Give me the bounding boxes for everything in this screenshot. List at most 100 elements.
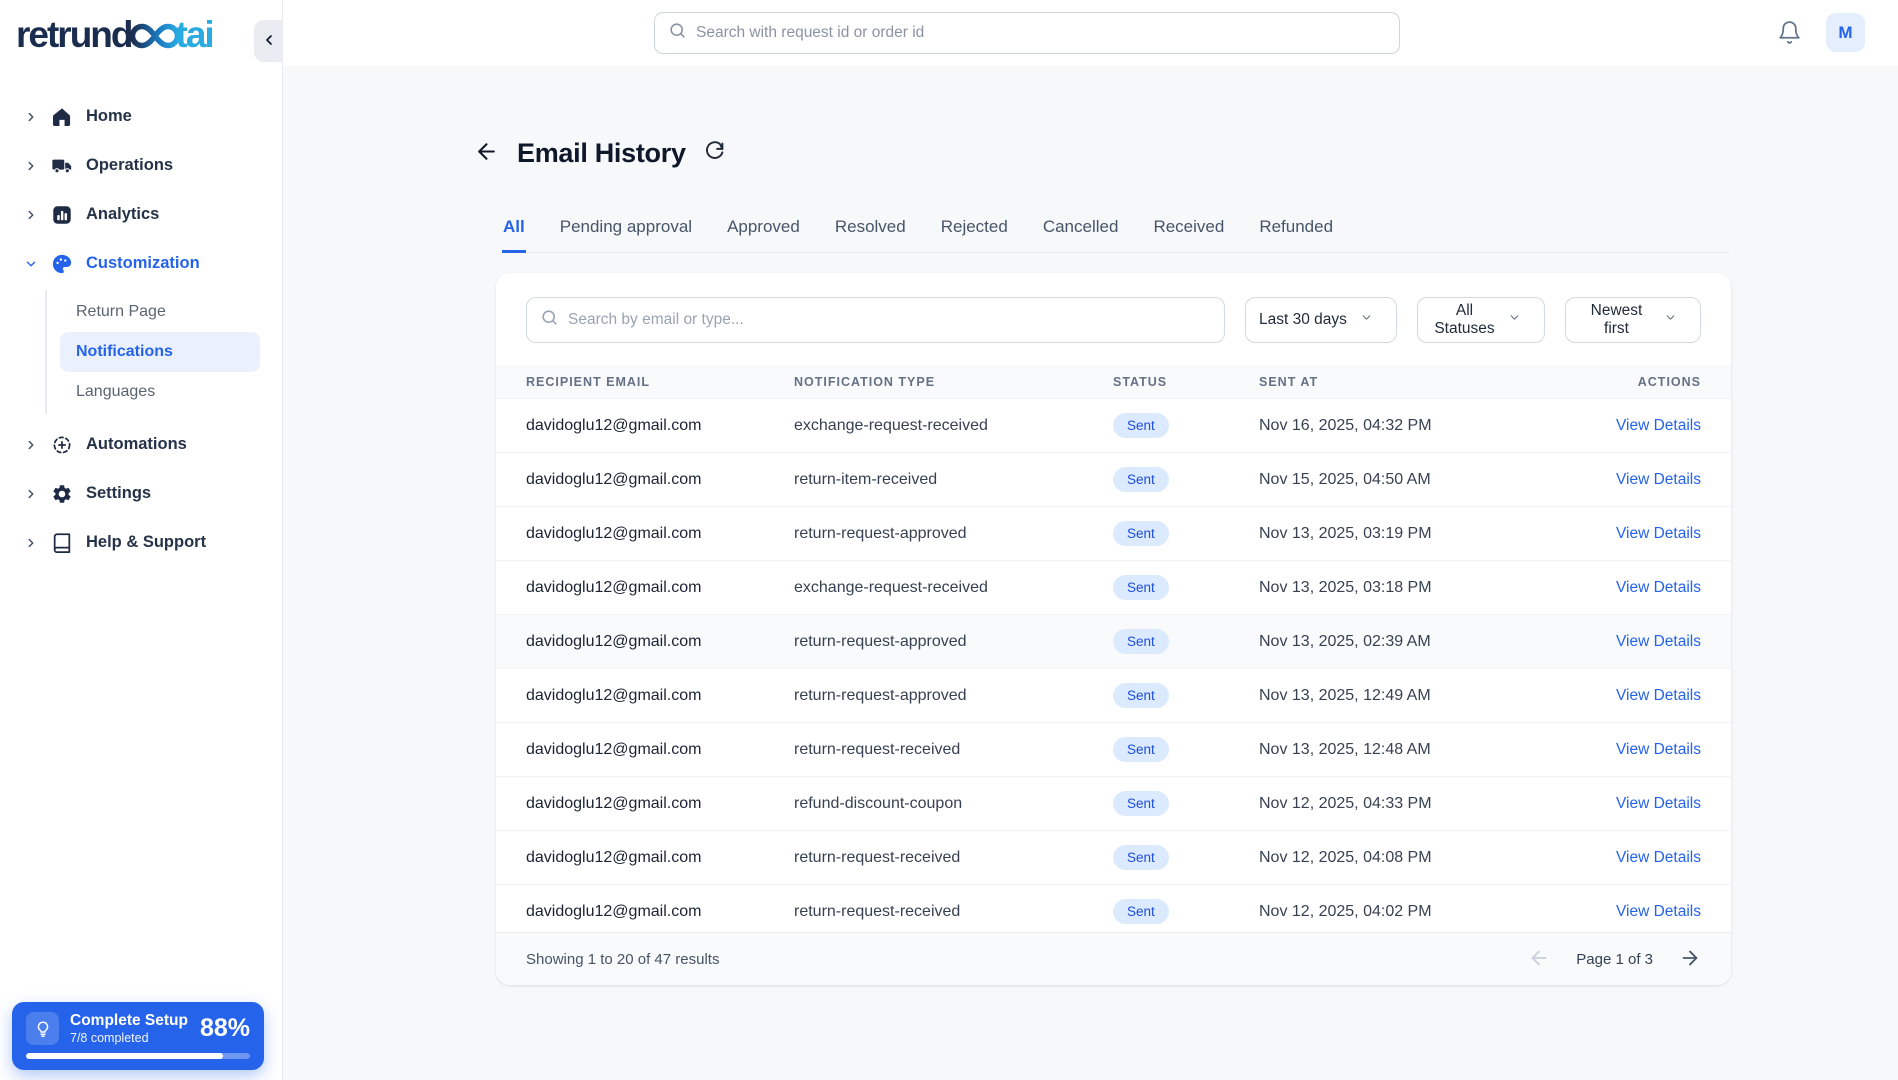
sort-order-value: Newest first	[1590, 302, 1643, 337]
sidebar-item-operations[interactable]: Operations	[0, 141, 282, 190]
view-details-link[interactable]: View Details	[1616, 849, 1701, 867]
customization-subnav: Return Page Notifications Languages	[45, 290, 282, 414]
tab-refunded[interactable]: Refunded	[1258, 217, 1334, 253]
tabs: All Pending approval Approved Resolved Rejec…	[502, 217, 1729, 253]
sort-order-select[interactable]: Newest first	[1565, 297, 1701, 343]
sidebar-item-label: Operations	[86, 156, 174, 174]
status-filter-select[interactable]: All Statuses	[1417, 297, 1545, 343]
notifications-bell-button[interactable]	[1777, 20, 1802, 48]
column-header: STATUS	[1113, 374, 1168, 389]
status-badge: Sent	[1113, 413, 1169, 438]
table-search-input[interactable]	[568, 311, 1224, 329]
brand-logo[interactable]: retrund tai	[0, 0, 282, 56]
global-search-input[interactable]	[696, 24, 1399, 42]
cell-recipient-email: davidoglu12@gmail.com	[526, 470, 702, 488]
cell-sent-at: Nov 16, 2025, 04:32 PM	[1259, 416, 1432, 434]
sidebar-nav: Home Operations Analytics Customization …	[0, 92, 282, 567]
next-page-button[interactable]	[1679, 947, 1701, 972]
cell-recipient-email: davidoglu12@gmail.com	[526, 740, 702, 758]
status-badge: Sent	[1113, 629, 1169, 654]
brand-logo-text-dark: retrund	[16, 14, 133, 55]
cell-notification-type: return-request-approved	[794, 524, 967, 542]
status-badge: Sent	[1113, 899, 1169, 924]
view-details-link[interactable]: View Details	[1616, 417, 1701, 435]
tab-all[interactable]: All	[502, 217, 526, 253]
refresh-button[interactable]	[700, 137, 729, 169]
home-icon	[51, 106, 73, 128]
cell-sent-at: Nov 15, 2025, 04:50 AM	[1259, 470, 1431, 488]
cell-notification-type: return-request-received	[794, 740, 961, 758]
table-row: davidoglu12@gmail.com return-request-rec…	[496, 723, 1731, 777]
status-badge: Sent	[1113, 575, 1169, 600]
chevron-down-icon	[1360, 311, 1373, 329]
status-badge: Sent	[1113, 737, 1169, 762]
global-search	[654, 12, 1400, 54]
subitem-label: Languages	[76, 383, 156, 400]
status-badge: Sent	[1113, 791, 1169, 816]
tab-approved[interactable]: Approved	[726, 217, 801, 253]
cell-sent-at: Nov 12, 2025, 04:33 PM	[1259, 794, 1432, 812]
sidebar-subitem-return-page[interactable]: Return Page	[60, 292, 260, 332]
arrow-right-icon	[1679, 947, 1701, 972]
setup-progress-card[interactable]: Complete Setup 7/8 completed 88%	[12, 1002, 264, 1070]
view-details-link[interactable]: View Details	[1616, 579, 1701, 597]
back-button[interactable]	[470, 135, 503, 171]
sidebar-item-help-support[interactable]: Help & Support	[0, 518, 282, 567]
view-details-link[interactable]: View Details	[1616, 903, 1701, 921]
setup-progress-fill	[26, 1053, 224, 1059]
bell-icon	[1777, 20, 1802, 48]
sidebar: retrund tai Home Operations Analytics Cu…	[0, 0, 283, 1080]
page-content: Email History All Pending approval Approve…	[283, 66, 1898, 985]
sidebar-item-automations[interactable]: Automations	[0, 420, 282, 469]
automation-icon	[51, 434, 73, 456]
table-row: davidoglu12@gmail.com return-item-receiv…	[496, 453, 1731, 507]
cell-sent-at: Nov 13, 2025, 12:48 AM	[1259, 740, 1431, 758]
arrow-left-icon	[474, 139, 499, 167]
view-details-link[interactable]: View Details	[1616, 471, 1701, 489]
email-history-card: Last 30 days All Statuses Newest first R…	[496, 273, 1731, 985]
previous-page-button[interactable]	[1528, 947, 1550, 972]
tab-received[interactable]: Received	[1152, 217, 1225, 253]
cell-recipient-email: davidoglu12@gmail.com	[526, 578, 702, 596]
cell-recipient-email: davidoglu12@gmail.com	[526, 902, 702, 920]
sidebar-collapse-button[interactable]	[254, 20, 283, 62]
status-badge: Sent	[1113, 683, 1169, 708]
table-row: davidoglu12@gmail.com return-request-app…	[496, 507, 1731, 561]
tab-rejected[interactable]: Rejected	[940, 217, 1009, 253]
cell-recipient-email: davidoglu12@gmail.com	[526, 848, 702, 866]
cell-sent-at: Nov 13, 2025, 02:39 AM	[1259, 632, 1431, 650]
sidebar-item-settings[interactable]: Settings	[0, 469, 282, 518]
gear-icon	[51, 483, 73, 505]
view-details-link[interactable]: View Details	[1616, 633, 1701, 651]
avatar-initial: M	[1838, 22, 1853, 42]
sidebar-item-label: Customization	[86, 254, 200, 272]
tab-cancelled[interactable]: Cancelled	[1042, 217, 1120, 253]
book-icon	[51, 532, 73, 554]
status-badge: Sent	[1113, 521, 1169, 546]
bar-chart-icon	[51, 204, 73, 226]
setup-percent: 88%	[199, 1014, 250, 1042]
tab-pending-approval[interactable]: Pending approval	[559, 217, 693, 253]
cell-sent-at: Nov 12, 2025, 04:02 PM	[1259, 902, 1432, 920]
sidebar-item-analytics[interactable]: Analytics	[0, 190, 282, 239]
sidebar-subitem-languages[interactable]: Languages	[60, 372, 260, 412]
table-row: davidoglu12@gmail.com exchange-request-r…	[496, 561, 1731, 615]
chevron-right-icon	[24, 110, 38, 124]
tab-resolved[interactable]: Resolved	[834, 217, 907, 253]
date-range-select[interactable]: Last 30 days	[1245, 297, 1397, 343]
brand-logo-text-light: tai	[175, 14, 215, 55]
avatar[interactable]: M	[1826, 13, 1865, 52]
view-details-link[interactable]: View Details	[1616, 795, 1701, 813]
cell-notification-type: return-request-approved	[794, 686, 967, 704]
main-area: M Email History All Pending approval Appro…	[283, 0, 1898, 1080]
view-details-link[interactable]: View Details	[1616, 687, 1701, 705]
view-details-link[interactable]: View Details	[1616, 741, 1701, 759]
chevron-left-icon	[261, 32, 277, 51]
date-range-value: Last 30 days	[1259, 311, 1347, 328]
sidebar-item-home[interactable]: Home	[0, 92, 282, 141]
truck-icon	[51, 155, 73, 177]
view-details-link[interactable]: View Details	[1616, 525, 1701, 543]
sidebar-subitem-notifications[interactable]: Notifications	[60, 332, 260, 372]
sidebar-item-customization[interactable]: Customization	[0, 239, 282, 288]
pagination: Page 1 of 3	[1528, 947, 1701, 972]
